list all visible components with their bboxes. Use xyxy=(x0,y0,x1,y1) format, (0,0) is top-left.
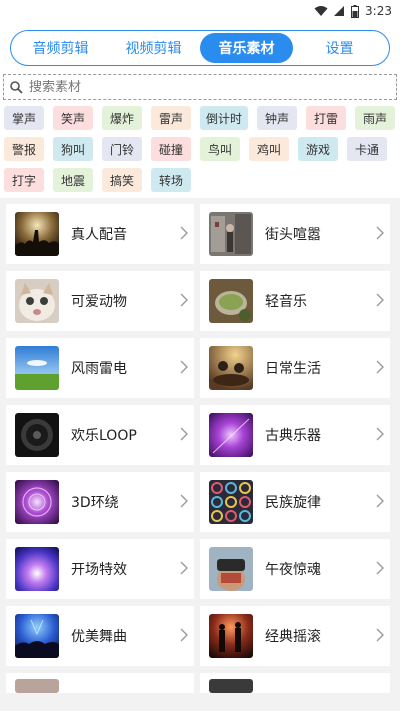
chevron-right-icon xyxy=(376,494,384,508)
category-card-partial[interactable] xyxy=(6,673,194,693)
category-thumbnail xyxy=(15,346,59,390)
category-label: 优美舞曲 xyxy=(71,629,127,645)
category-card[interactable]: 3D环绕 xyxy=(6,472,194,532)
wifi-icon xyxy=(314,6,328,16)
chevron-right-icon xyxy=(180,293,188,307)
tab-bar-container: 音频剪辑 视频剪辑 音乐素材 设置 xyxy=(0,22,400,74)
category-thumbnail xyxy=(209,279,253,323)
status-bar: 3:23 xyxy=(0,0,400,22)
category-thumbnail xyxy=(15,679,59,693)
tag-chip[interactable]: 鸟叫 xyxy=(200,137,240,161)
category-card[interactable]: 民族旋律 xyxy=(200,472,390,532)
tab-settings[interactable]: 设置 xyxy=(293,33,386,63)
chevron-right-icon xyxy=(376,360,384,374)
tag-chip[interactable]: 搞笑 xyxy=(102,168,142,192)
category-grid: 真人配音 街头喧嚣可爱动物 轻音乐风雨雷电 日常生活欢乐LOOP 古典乐器 3D环绕 民族旋… xyxy=(0,198,400,693)
chevron-right-icon xyxy=(376,226,384,240)
category-thumbnail xyxy=(15,212,59,256)
tag-chip[interactable]: 门铃 xyxy=(102,137,142,161)
category-label: 午夜惊魂 xyxy=(265,562,321,578)
category-label: 可爱动物 xyxy=(71,294,127,310)
category-label: 民族旋律 xyxy=(265,495,321,511)
chevron-right-icon xyxy=(180,494,188,508)
tag-chip[interactable]: 碰撞 xyxy=(151,137,191,161)
category-thumbnail xyxy=(15,480,59,524)
category-thumbnail xyxy=(15,413,59,457)
tag-chip[interactable]: 雨声 xyxy=(355,106,396,130)
category-thumbnail xyxy=(15,547,59,591)
category-card[interactable]: 真人配音 xyxy=(6,204,194,264)
tag-chip[interactable]: 笑声 xyxy=(53,106,93,130)
category-card[interactable]: 风雨雷电 xyxy=(6,338,194,398)
category-label: 轻音乐 xyxy=(265,294,307,310)
tag-chip[interactable]: 爆炸 xyxy=(102,106,142,130)
tab-music-material[interactable]: 音乐素材 xyxy=(200,33,293,63)
tab-video-edit[interactable]: 视频剪辑 xyxy=(107,33,200,63)
signal-icon xyxy=(334,6,345,16)
category-card[interactable]: 街头喧嚣 xyxy=(200,204,390,264)
tag-chip[interactable]: 卡通 xyxy=(347,137,387,161)
category-card[interactable]: 可爱动物 xyxy=(6,271,194,331)
tag-chip[interactable]: 鸡叫 xyxy=(249,137,289,161)
category-label: 欢乐LOOP xyxy=(71,428,137,444)
category-thumbnail xyxy=(209,346,253,390)
search-box[interactable] xyxy=(3,74,397,100)
tag-chip[interactable]: 狗叫 xyxy=(53,137,93,161)
chevron-right-icon xyxy=(376,561,384,575)
category-card[interactable]: 古典乐器 xyxy=(200,405,390,465)
category-thumbnail xyxy=(209,413,253,457)
tag-chip[interactable]: 掌声 xyxy=(4,106,44,130)
category-label: 街头喧嚣 xyxy=(265,227,321,243)
tag-chip[interactable]: 打雷 xyxy=(306,106,347,130)
category-thumbnail xyxy=(209,212,253,256)
status-time: 3:23 xyxy=(365,4,392,18)
tag-chip[interactable]: 转场 xyxy=(151,168,191,192)
category-card[interactable]: 欢乐LOOP xyxy=(6,405,194,465)
category-thumbnail xyxy=(209,679,253,693)
category-card[interactable]: 经典摇滚 xyxy=(200,606,390,666)
tag-chip[interactable]: 地震 xyxy=(53,168,93,192)
tag-chip[interactable]: 钟声 xyxy=(257,106,298,130)
search-input[interactable] xyxy=(29,79,329,95)
category-card[interactable]: 午夜惊魂 xyxy=(200,539,390,599)
category-thumbnail xyxy=(209,547,253,591)
tag-chip[interactable]: 游戏 xyxy=(298,137,338,161)
chevron-right-icon xyxy=(180,561,188,575)
battery-icon xyxy=(351,4,360,18)
category-label: 真人配音 xyxy=(71,227,127,243)
category-thumbnail xyxy=(15,614,59,658)
category-label: 3D环绕 xyxy=(71,495,119,511)
category-label: 日常生活 xyxy=(265,361,321,377)
category-label: 经典摇滚 xyxy=(265,629,321,645)
category-thumbnail xyxy=(209,614,253,658)
chevron-right-icon xyxy=(376,293,384,307)
category-thumbnail xyxy=(15,279,59,323)
tab-bar: 音频剪辑 视频剪辑 音乐素材 设置 xyxy=(10,30,390,66)
chevron-right-icon xyxy=(376,628,384,642)
tag-chip[interactable]: 倒计时 xyxy=(200,106,249,130)
tab-audio-edit[interactable]: 音频剪辑 xyxy=(14,33,107,63)
chevron-right-icon xyxy=(180,360,188,374)
search-container xyxy=(0,74,400,102)
tag-chip[interactable]: 雷声 xyxy=(151,106,191,130)
category-label: 风雨雷电 xyxy=(71,361,127,377)
category-card-partial[interactable] xyxy=(200,673,390,693)
tag-chip[interactable]: 警报 xyxy=(4,137,44,161)
chevron-right-icon xyxy=(180,628,188,642)
category-card[interactable]: 优美舞曲 xyxy=(6,606,194,666)
category-thumbnail xyxy=(209,480,253,524)
search-icon xyxy=(10,80,23,94)
category-label: 古典乐器 xyxy=(265,428,321,444)
category-label: 开场特效 xyxy=(71,562,127,578)
chevron-right-icon xyxy=(180,427,188,441)
chevron-right-icon xyxy=(180,226,188,240)
category-card[interactable]: 开场特效 xyxy=(6,539,194,599)
category-card[interactable]: 日常生活 xyxy=(200,338,390,398)
category-card[interactable]: 轻音乐 xyxy=(200,271,390,331)
tag-chip[interactable]: 打字 xyxy=(4,168,44,192)
chevron-right-icon xyxy=(376,427,384,441)
tag-list: 掌声 笑声 爆炸 雷声 倒计时 钟声 打雷 雨声警报 狗叫 门铃 碰撞 鸟叫 鸡叫 游戏 卡通打字 地震 搞笑转… xyxy=(0,102,400,198)
